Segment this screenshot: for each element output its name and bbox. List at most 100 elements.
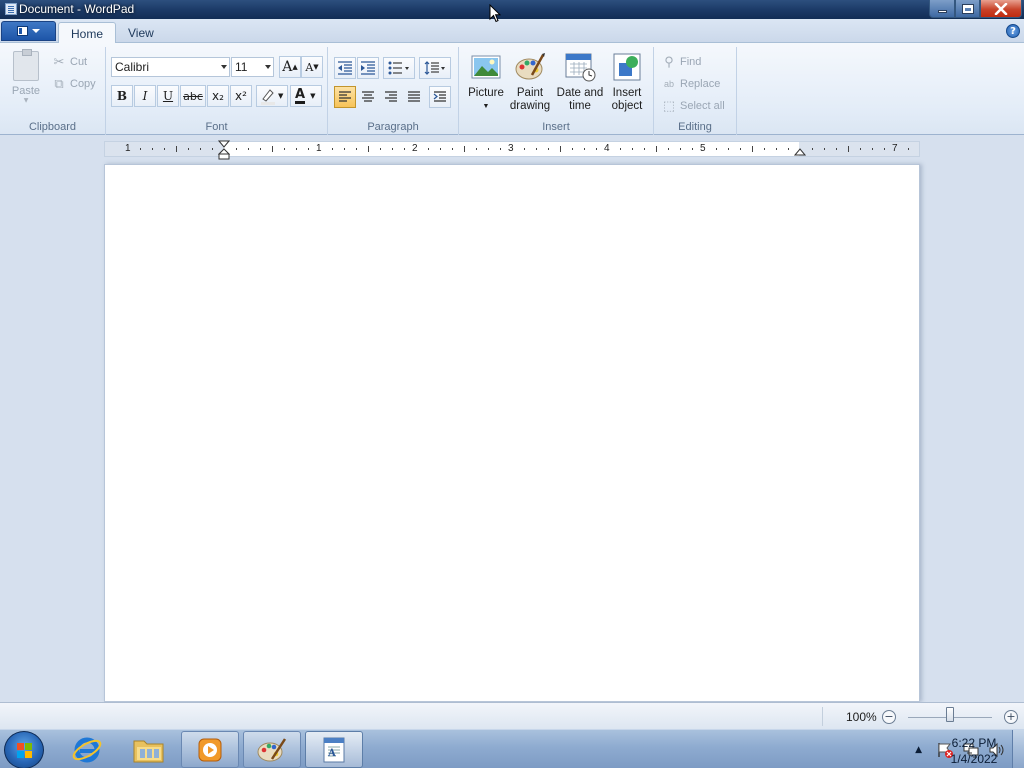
document-page[interactable] bbox=[104, 164, 920, 702]
line-spacing-button[interactable] bbox=[419, 57, 451, 79]
paint-drawing-button[interactable]: Paint drawing bbox=[508, 51, 552, 113]
ruler-tick bbox=[248, 148, 249, 150]
align-right-button[interactable] bbox=[380, 86, 402, 108]
ruler-number: 1 bbox=[125, 143, 131, 154]
clock-time: 6:22 PM bbox=[951, 736, 997, 750]
font-family-value: Calibri bbox=[115, 60, 150, 74]
picture-icon bbox=[470, 51, 502, 83]
subscript-button[interactable]: x₂ bbox=[207, 85, 229, 107]
zoom-out-button[interactable]: − bbox=[882, 710, 896, 724]
ruler-tick bbox=[332, 148, 333, 150]
ruler-tick bbox=[464, 146, 465, 152]
select-all-label: Select all bbox=[680, 100, 725, 112]
superscript-button[interactable]: x² bbox=[230, 85, 252, 107]
ruler-tick bbox=[824, 148, 825, 150]
maximize-button[interactable] bbox=[955, 0, 980, 18]
date-time-button[interactable]: Date and time bbox=[555, 51, 605, 113]
start-button[interactable] bbox=[4, 731, 44, 768]
justify-button[interactable] bbox=[403, 86, 425, 108]
bullets-button[interactable] bbox=[383, 57, 415, 79]
tab-view[interactable]: View bbox=[116, 22, 166, 44]
paragraph-icon bbox=[433, 91, 446, 102]
increase-indent-button[interactable] bbox=[357, 57, 379, 79]
minimize-button[interactable] bbox=[929, 0, 955, 18]
find-button[interactable]: ⚲ Find bbox=[662, 55, 701, 69]
ruler-tick bbox=[884, 148, 885, 150]
cut-label: Cut bbox=[70, 56, 88, 68]
insert-object-button[interactable]: Insert object bbox=[608, 51, 646, 113]
shrink-font-button[interactable]: A ▼ bbox=[301, 56, 323, 78]
grow-font-button[interactable]: A ▲ bbox=[279, 56, 301, 78]
paragraph-settings-button[interactable] bbox=[429, 86, 451, 108]
select-all-button[interactable]: ⬚ Select all bbox=[662, 99, 725, 113]
ruler-tick bbox=[308, 148, 309, 150]
replace-button[interactable]: ab Replace bbox=[662, 77, 720, 91]
zoom-level: 100% bbox=[846, 710, 877, 724]
taskbar-internet-explorer[interactable] bbox=[58, 731, 116, 768]
text-color-button[interactable]: A ▼ bbox=[290, 85, 322, 107]
minimize-icon bbox=[937, 10, 947, 13]
ruler-tick bbox=[524, 148, 525, 150]
taskbar-media-player[interactable] bbox=[181, 731, 239, 768]
taskbar-paint[interactable] bbox=[243, 731, 301, 768]
ruler-tick bbox=[860, 148, 861, 150]
taskbar-file-explorer[interactable] bbox=[120, 731, 178, 768]
ruler-tick bbox=[716, 148, 717, 150]
align-left-icon bbox=[339, 91, 351, 102]
application-menu-button[interactable] bbox=[1, 21, 56, 41]
ruler-tick bbox=[836, 148, 837, 150]
italic-button[interactable]: I bbox=[134, 85, 156, 107]
align-center-button[interactable] bbox=[357, 86, 379, 108]
chevron-down-icon: ▼ bbox=[278, 92, 284, 100]
document-icon bbox=[17, 26, 28, 36]
ruler-tick bbox=[476, 148, 477, 150]
right-indent-marker[interactable] bbox=[794, 146, 806, 156]
ruler[interactable]: 1 1 2 3 4 5 7 bbox=[104, 140, 920, 160]
bold-button[interactable]: B bbox=[111, 85, 133, 107]
windows-logo-icon bbox=[17, 743, 33, 759]
ruler-tick bbox=[164, 148, 165, 150]
tab-home[interactable]: Home bbox=[58, 22, 117, 44]
strikethrough-button[interactable]: abc bbox=[180, 85, 206, 107]
zoom-in-button[interactable]: + bbox=[1004, 710, 1018, 724]
copy-button[interactable]: ⧉ Copy bbox=[52, 77, 96, 91]
paste-button[interactable]: Paste ▼ bbox=[9, 49, 43, 104]
ruler-tick bbox=[908, 148, 909, 150]
ruler-tick bbox=[296, 148, 297, 150]
first-line-indent-marker[interactable] bbox=[218, 140, 230, 160]
title-bar[interactable]: Document - WordPad bbox=[0, 0, 1024, 19]
ruler-tick bbox=[656, 146, 657, 152]
underline-button[interactable]: U bbox=[157, 85, 179, 107]
chevron-down-icon bbox=[265, 65, 271, 69]
font-size-dropdown[interactable]: 11 bbox=[231, 57, 274, 77]
font-family-dropdown[interactable]: Calibri bbox=[111, 57, 230, 77]
cut-button[interactable]: ✂ Cut bbox=[52, 55, 88, 69]
ruler-right-margin bbox=[799, 142, 919, 156]
copy-label: Copy bbox=[70, 78, 96, 90]
picture-button[interactable]: Picture ▼ bbox=[467, 51, 505, 113]
show-hidden-icons-arrow-icon[interactable]: ▲ bbox=[915, 745, 922, 755]
clipboard-icon bbox=[13, 49, 39, 81]
strikethrough-icon: abc bbox=[183, 89, 203, 103]
zoom-slider-thumb[interactable] bbox=[946, 707, 954, 722]
taskbar-wordpad[interactable]: A bbox=[305, 731, 363, 768]
wordpad-icon: A bbox=[323, 737, 345, 762]
ruler-tick bbox=[488, 148, 489, 150]
align-left-button[interactable] bbox=[334, 86, 356, 108]
shrink-font-icon: A bbox=[305, 60, 314, 74]
ruler-tick bbox=[752, 146, 753, 152]
close-button[interactable] bbox=[980, 0, 1022, 18]
highlight-color-button[interactable]: ▼ bbox=[256, 85, 288, 107]
ruler-tick bbox=[260, 148, 261, 150]
font-size-value: 11 bbox=[235, 60, 248, 74]
system-clock[interactable]: 6:22 PM 1/4/2022 bbox=[948, 735, 1000, 767]
ruler-number: 7 bbox=[892, 143, 898, 154]
highlighter-icon bbox=[261, 89, 275, 105]
paint-drawing-label-line1: Paint bbox=[516, 87, 544, 99]
ruler-tick bbox=[428, 148, 429, 150]
show-desktop-button[interactable] bbox=[1012, 730, 1024, 768]
align-center-icon bbox=[362, 91, 374, 102]
decrease-indent-button[interactable] bbox=[334, 57, 356, 79]
help-button[interactable]: ? bbox=[1006, 24, 1020, 38]
wordpad-app-icon[interactable] bbox=[5, 3, 17, 15]
